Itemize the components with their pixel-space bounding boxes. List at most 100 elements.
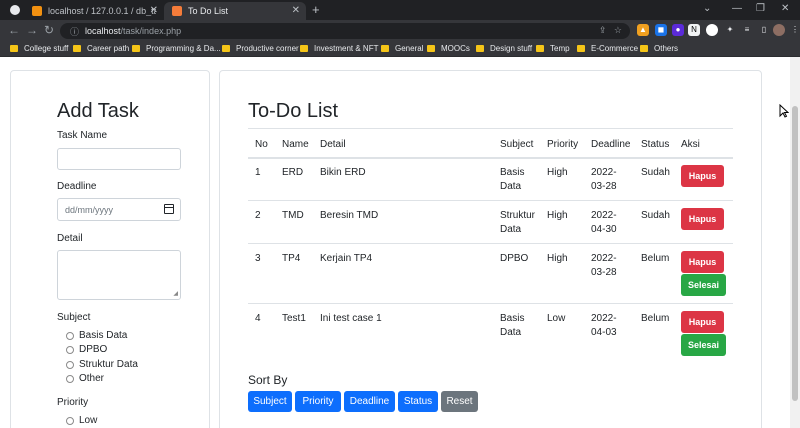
scrollbar-thumb[interactable] xyxy=(792,106,798,401)
bookmark-star-icon[interactable]: ⇪ ☆ xyxy=(599,25,622,36)
reload-icon[interactable]: ↻ xyxy=(44,23,54,37)
header-subject: Subject xyxy=(500,139,534,150)
address-bar[interactable]: ⓘ localhost/task/index.php ⇪ ☆ xyxy=(60,23,630,39)
notion-icon[interactable]: N xyxy=(688,24,700,36)
done-button[interactable]: Selesai xyxy=(681,334,726,356)
bookmark-temp[interactable]: Temp xyxy=(536,44,570,53)
subject-option-other[interactable]: Other xyxy=(66,373,104,384)
delete-button[interactable]: Hapus xyxy=(681,311,724,333)
tab-search-icon[interactable]: ⌄ xyxy=(703,3,711,14)
deadline-input[interactable]: dd/mm/yyyy xyxy=(57,198,181,221)
sort-deadline-button[interactable]: Deadline xyxy=(344,391,395,412)
bookmark-label: E-Commerce xyxy=(591,44,639,53)
reset-button[interactable]: Reset xyxy=(441,391,478,412)
row-divider xyxy=(248,303,733,304)
calendar-icon[interactable] xyxy=(164,204,174,214)
bookmark-moocs[interactable]: MOOCs xyxy=(427,44,470,53)
bookmark-programming[interactable]: Programming & Da... xyxy=(132,44,221,53)
deadline-label: Deadline xyxy=(57,181,97,192)
radio-icon[interactable] xyxy=(66,360,74,369)
delete-button[interactable]: Hapus xyxy=(681,165,724,187)
radio-icon[interactable] xyxy=(66,331,74,340)
radio-icon[interactable] xyxy=(66,416,74,425)
sort-by-title: Sort By xyxy=(248,373,288,387)
maximize-icon[interactable]: ❐ xyxy=(756,3,765,14)
bookmark-college[interactable]: College stuff xyxy=(10,44,68,53)
new-tab-icon[interactable]: + xyxy=(312,2,320,17)
delete-button[interactable]: Hapus xyxy=(681,251,724,273)
media-icon[interactable]: ≡ xyxy=(741,24,753,36)
sort-status-button[interactable]: Status xyxy=(398,391,438,412)
todo-list-title: To-Do List xyxy=(248,100,339,122)
subject-option-dpbo[interactable]: DPBO xyxy=(66,344,107,355)
priority-option-low[interactable]: Low xyxy=(66,415,97,426)
done-button[interactable]: Selesai xyxy=(681,274,726,296)
sort-subject-button[interactable]: Subject xyxy=(248,391,292,412)
folder-icon xyxy=(476,45,484,52)
header-deadline: Deadline xyxy=(591,139,631,150)
tab-label: To Do List xyxy=(188,6,229,16)
bookmark-general[interactable]: General xyxy=(381,44,423,53)
close-window-icon[interactable]: ✕ xyxy=(781,3,789,14)
bookmark-productive[interactable]: Productive corner xyxy=(222,44,299,53)
bookmark-label: MOOCs xyxy=(441,44,470,53)
radio-label: Other xyxy=(79,373,105,384)
bookmark-others[interactable]: Others xyxy=(640,44,678,53)
site-info-icon[interactable]: ⓘ xyxy=(70,25,79,38)
bookmark-label: Design stuff xyxy=(490,44,533,53)
cell-status: Sudah xyxy=(641,210,670,221)
cell-deadline: 2022- xyxy=(591,313,617,324)
folder-icon xyxy=(73,45,81,52)
cell-priority: High xyxy=(547,253,568,264)
folder-icon xyxy=(132,45,140,52)
back-icon[interactable]: ← xyxy=(8,23,20,37)
close-tab-icon[interactable]: ✕ xyxy=(150,5,158,16)
header-priority: Priority xyxy=(547,139,579,150)
extension-icon[interactable]: ● xyxy=(672,24,684,36)
forward-icon[interactable]: → xyxy=(26,23,38,37)
cell-deadline-line2: 04-30 xyxy=(591,224,617,235)
bookmark-label: General xyxy=(395,44,424,53)
tab-phpmyadmin[interactable]: localhost / 127.0.0.1 / db_task / t ✕ xyxy=(24,2,164,20)
bookmark-label: Investment & NFT xyxy=(314,44,379,53)
cell-name: TMD xyxy=(282,210,304,221)
radio-icon[interactable] xyxy=(66,374,74,383)
bookmark-ecommerce[interactable]: E-Commerce xyxy=(577,44,638,53)
sort-priority-button[interactable]: Priority xyxy=(295,391,341,412)
tab-todo-list[interactable]: To Do List ✕ xyxy=(164,2,306,20)
cell-no: 3 xyxy=(255,253,261,264)
close-tab-icon[interactable]: ✕ xyxy=(292,5,300,16)
profile-dot-icon[interactable] xyxy=(10,5,20,15)
menu-icon[interactable]: ⋮ xyxy=(789,24,800,36)
deadline-placeholder: dd/mm/yyyy xyxy=(65,205,114,215)
delete-button[interactable]: Hapus xyxy=(681,208,724,230)
page-scrollbar[interactable] xyxy=(790,57,800,428)
task-name-input[interactable] xyxy=(57,148,181,170)
cell-name: TP4 xyxy=(282,253,301,264)
side-panel-icon[interactable]: ▯ xyxy=(758,24,770,36)
metamask-icon[interactable]: ▲ xyxy=(637,24,649,36)
cell-deadline: 2022- xyxy=(591,210,617,221)
subject-option-basis-data[interactable]: Basis Data xyxy=(66,330,127,341)
avatar[interactable] xyxy=(773,24,785,36)
extension-icon[interactable]: ◼ xyxy=(655,24,667,36)
radio-label: Basis Data xyxy=(79,330,128,341)
bookmark-investment[interactable]: Investment & NFT xyxy=(300,44,378,53)
subject-label: Subject xyxy=(57,312,91,323)
resize-handle-icon[interactable]: ◢ xyxy=(173,290,178,297)
subject-option-struktur-data[interactable]: Struktur Data xyxy=(66,359,138,370)
bookmark-career[interactable]: Career path xyxy=(73,44,129,53)
bookmark-design[interactable]: Design stuff xyxy=(476,44,532,53)
header-no: No xyxy=(255,139,268,150)
bookmark-label: Career path xyxy=(87,44,130,53)
radio-icon[interactable] xyxy=(66,345,74,354)
radio-label: DPBO xyxy=(79,344,108,355)
header-aksi: Aksi xyxy=(681,139,700,150)
minimize-icon[interactable]: — xyxy=(732,3,742,14)
detail-textarea[interactable]: ◢ xyxy=(57,250,181,300)
extensions-puzzle-icon[interactable]: ✦ xyxy=(724,24,736,36)
extension-icon[interactable] xyxy=(706,24,718,36)
folder-icon xyxy=(381,45,389,52)
cell-status: Belum xyxy=(641,253,670,264)
header-detail: Detail xyxy=(320,139,346,150)
